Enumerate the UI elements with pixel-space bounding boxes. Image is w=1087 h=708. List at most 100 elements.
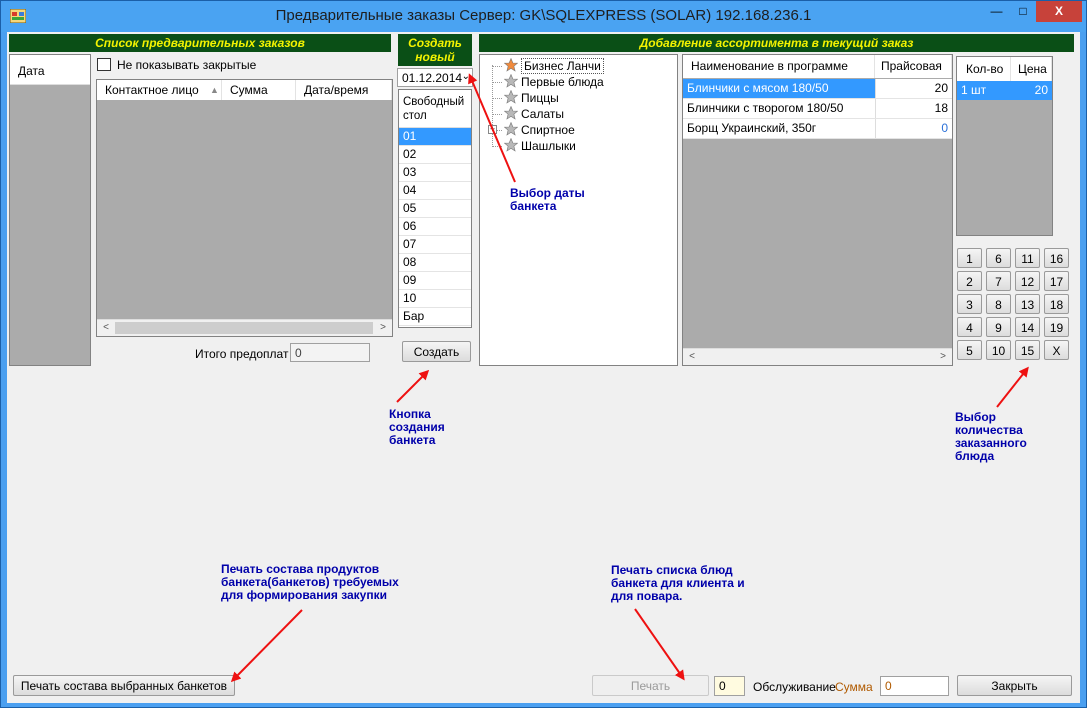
numpad-button-6[interactable]: 6 — [986, 248, 1011, 268]
maximize-button[interactable]: □ — [1010, 1, 1036, 22]
col-price[interactable]: Прайсовая — [875, 55, 952, 78]
star-gray-icon — [504, 138, 518, 152]
assortment-row-name: Блинчики с творогом 180/50 — [687, 101, 844, 115]
close-window-button[interactable]: X — [1036, 1, 1082, 22]
scroll-right-icon[interactable]: > — [376, 321, 390, 335]
star-gray-icon — [504, 106, 518, 120]
application-window: Предварительные заказы Сервер: GK\SQLEXP… — [0, 0, 1087, 708]
col-contact[interactable]: Контактное лицо ▲ — [97, 80, 222, 100]
numpad-button-11[interactable]: 11 — [1015, 248, 1040, 268]
tree-item[interactable]: Шашлыки — [504, 138, 576, 154]
numpad-button-17[interactable]: 17 — [1044, 271, 1069, 291]
assortment-row-price[interactable]: 18 — [875, 99, 952, 118]
assortment-grid[interactable]: Наименование в программе Прайсовая Блинч… — [682, 54, 953, 366]
assortment-row-price[interactable]: 20 — [875, 79, 952, 98]
client-area: Список предварительных заказов Дата Не п… — [7, 32, 1080, 703]
free-table-row[interactable]: 10 — [399, 290, 471, 308]
tree-connector-branch — [492, 114, 502, 115]
numpad-button-8[interactable]: 8 — [986, 294, 1011, 314]
free-tables-grid[interactable]: Свободный стол 01 02 03 04 05 06 07 08 09 10 Бар — [398, 89, 472, 328]
assortment-row[interactable]: Борщ Украинский, 350г 0 — [683, 119, 952, 139]
tree-item[interactable]: Пиццы — [504, 90, 559, 106]
numpad-button-18[interactable]: 18 — [1044, 294, 1069, 314]
numpad-button-19[interactable]: 19 — [1044, 317, 1069, 337]
annotation-print-products: Печать состава продуктов банкета(банкето… — [221, 562, 399, 602]
scroll-thumb[interactable] — [115, 322, 373, 334]
assortment-row-name: Борщ Украинский, 350г — [687, 121, 817, 135]
numpad-button-2[interactable]: 2 — [957, 271, 982, 291]
orders-hscrollbar[interactable]: < > — [97, 319, 392, 336]
free-table-row[interactable]: 08 — [399, 254, 471, 272]
arrow-create — [396, 369, 430, 403]
free-table-row[interactable]: 02 — [399, 146, 471, 164]
close-button[interactable]: Закрыть — [957, 675, 1072, 696]
col-qty-price[interactable]: Цена — [1011, 57, 1052, 81]
col-datetime[interactable]: Дата/время — [296, 80, 392, 100]
tree-connector-branch — [492, 82, 502, 83]
arrow-print-products — [230, 609, 303, 683]
banquet-date-picker[interactable]: 01.12.2014 ⌄ — [397, 68, 473, 87]
numpad-button-5[interactable]: 5 — [957, 340, 982, 360]
count-field[interactable]: 0 — [714, 676, 745, 696]
col-qty[interactable]: Кол-во — [957, 57, 1011, 81]
assortment-hscrollbar[interactable]: < > — [683, 348, 952, 365]
orders-grid-header: Контактное лицо ▲ Сумма Дата/время — [97, 80, 392, 100]
create-button[interactable]: Создать — [402, 341, 471, 362]
free-table-row[interactable]: 09 — [399, 272, 471, 290]
scroll-left-icon[interactable]: < — [685, 350, 699, 364]
assortment-row[interactable]: Блинчики с творогом 180/50 18 — [683, 99, 952, 119]
star-gray-icon — [504, 122, 518, 136]
free-table-row[interactable]: 01 — [399, 128, 471, 146]
numpad-button-10[interactable]: 10 — [986, 340, 1011, 360]
free-table-row[interactable]: 05 — [399, 200, 471, 218]
free-table-row[interactable]: 04 — [399, 182, 471, 200]
tree-item[interactable]: Первые блюда — [504, 74, 604, 90]
sum-field[interactable]: 0 — [880, 676, 949, 696]
numpad-button-15[interactable]: 15 — [1015, 340, 1040, 360]
tree-expand-icon[interactable]: + — [488, 125, 497, 134]
assortment-row-price[interactable]: 0 — [875, 119, 952, 138]
tree-connector-branch — [492, 146, 502, 147]
scroll-left-icon[interactable]: < — [99, 321, 113, 335]
free-table-row[interactable]: 07 — [399, 236, 471, 254]
assortment-grid-header: Наименование в программе Прайсовая — [683, 55, 952, 78]
numpad-button-14[interactable]: 14 — [1015, 317, 1040, 337]
numpad-button-1[interactable]: 1 — [957, 248, 982, 268]
free-table-row[interactable]: Бар — [399, 308, 471, 326]
tree-connector-lines — [492, 65, 493, 147]
quantity-row[interactable]: 1 шт 20 — [957, 81, 1052, 100]
free-tables-header: Свободный стол — [399, 90, 471, 128]
print-button[interactable]: Печать — [592, 675, 709, 696]
tree-item[interactable]: Салаты — [504, 106, 564, 122]
numpad-button-4[interactable]: 4 — [957, 317, 982, 337]
free-table-row[interactable]: 03 — [399, 164, 471, 182]
numpad-clear-button[interactable]: X — [1044, 340, 1069, 360]
chevron-down-icon[interactable]: ⌄ — [462, 70, 470, 84]
minimize-button[interactable]: — — [983, 1, 1010, 22]
annotation-quantity-choice: Выбор количества заказанного блюда — [955, 410, 1027, 463]
hide-closed-checkbox[interactable] — [97, 58, 111, 71]
print-selected-banquets-button[interactable]: Печать состава выбранных банкетов — [13, 675, 235, 696]
quantity-grid[interactable]: Кол-во Цена 1 шт 20 — [956, 56, 1053, 236]
free-table-row[interactable]: 06 — [399, 218, 471, 236]
sum-label: Сумма — [835, 680, 873, 694]
hide-closed-label: Не показывать закрытые — [117, 58, 257, 72]
col-sum[interactable]: Сумма — [222, 80, 296, 100]
numpad-button-13[interactable]: 13 — [1015, 294, 1040, 314]
annotation-date-choice: Выбор даты банкета — [510, 186, 585, 213]
tree-item[interactable]: Спиртное — [504, 122, 575, 138]
tree-item[interactable]: Бизнес Ланчи — [504, 58, 604, 74]
numpad-button-3[interactable]: 3 — [957, 294, 982, 314]
arrow-quantity — [996, 366, 1029, 408]
col-name[interactable]: Наименование в программе — [683, 55, 875, 78]
numpad-button-12[interactable]: 12 — [1015, 271, 1040, 291]
numpad-button-7[interactable]: 7 — [986, 271, 1011, 291]
assortment-row[interactable]: Блинчики с мясом 180/50 20 — [683, 79, 952, 99]
annotation-print-list: Печать списка блюд банкета для клиента и… — [611, 563, 745, 603]
date-column-header[interactable]: Дата — [10, 55, 90, 85]
title-bar[interactable]: Предварительные заказы Сервер: GK\SQLEXP… — [1, 1, 1086, 32]
scroll-right-icon[interactable]: > — [936, 350, 950, 364]
numpad-button-9[interactable]: 9 — [986, 317, 1011, 337]
numpad-button-16[interactable]: 16 — [1044, 248, 1069, 268]
orders-grid[interactable]: Контактное лицо ▲ Сумма Дата/время < > — [96, 79, 393, 337]
